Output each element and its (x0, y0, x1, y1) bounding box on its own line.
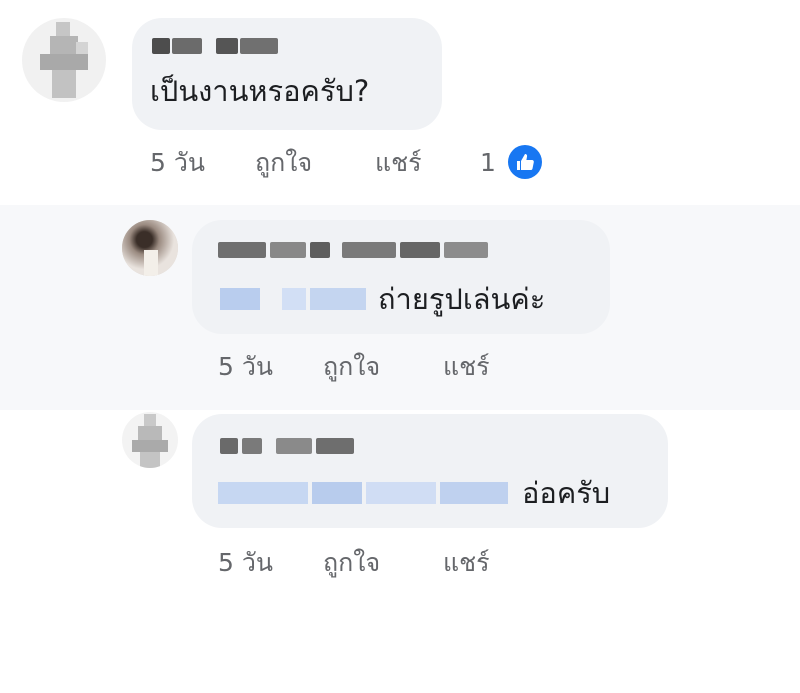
mentioned-user-blurred[interactable] (220, 288, 366, 310)
reply-bubble-1: ถ่ายรูปเล่นค่ะ (192, 220, 610, 334)
replier-avatar-1[interactable] (122, 220, 178, 276)
reply-time[interactable]: 5 วัน (218, 352, 273, 382)
replier-name-blurred[interactable] (220, 438, 354, 454)
replier-name-blurred[interactable] (218, 242, 488, 258)
comment-text: เป็นงานหรอครับ? (150, 74, 370, 108)
reply-share-link[interactable]: แชร์ (443, 352, 490, 382)
commenter-avatar-1[interactable] (22, 18, 106, 102)
reply-time[interactable]: 5 วัน (218, 548, 273, 578)
like-link[interactable]: ถูกใจ (255, 148, 312, 178)
reply-share-link[interactable]: แชร์ (443, 548, 490, 578)
share-link[interactable]: แชร์ (375, 148, 422, 178)
reply-like-link[interactable]: ถูกใจ (323, 352, 380, 382)
reaction-count[interactable]: 1 (480, 148, 496, 178)
comment-time[interactable]: 5 วัน (150, 148, 205, 178)
reply-text: อ่อครับ (522, 476, 611, 510)
comment-bubble-1: เป็นงานหรอครับ? (132, 18, 442, 130)
reply-like-link[interactable]: ถูกใจ (323, 548, 380, 578)
reply-text: ถ่ายรูปเล่นค่ะ (378, 282, 546, 316)
replier-avatar-2[interactable] (122, 412, 178, 468)
reply-bubble-2: อ่อครับ (192, 414, 668, 528)
like-reaction-icon[interactable] (508, 145, 542, 179)
commenter-name-blurred[interactable] (152, 38, 282, 54)
mentioned-user-blurred[interactable] (218, 482, 508, 504)
